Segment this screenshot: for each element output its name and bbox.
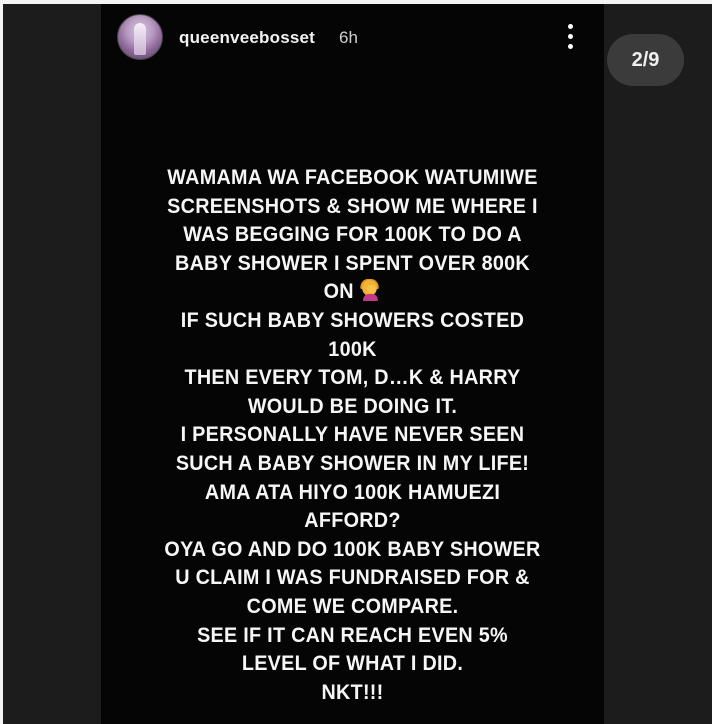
more-dot: [568, 34, 573, 39]
text-line: SCREENSHOTS & SHOW ME WHERE I: [167, 193, 538, 218]
text-line: WAS BEGGING FOR 100K TO DO A: [183, 222, 522, 247]
time-ago: 6h: [339, 28, 358, 47]
more-dot: [568, 44, 573, 49]
story-text: WAMAMA WA FACEBOOK WATUMIWE SCREENSHOTS …: [121, 163, 584, 706]
text-line: COME WE COMPARE.: [246, 593, 459, 618]
text-line: LEVEL OF WHAT I DID.: [241, 651, 464, 676]
text-line: IF SUCH BABY SHOWERS COSTED: [180, 307, 525, 332]
text-line: U CLAIM I WAS FUNDRAISED FOR &: [175, 565, 530, 590]
text-line: WAMAMA WA FACEBOOK WATUMIWE: [167, 165, 538, 189]
text-line: SUCH A BABY SHOWER IN MY LIFE!: [175, 450, 530, 475]
previous-story-area[interactable]: [3, 4, 101, 724]
text-line: OYA GO AND DO 100K BABY SHOWER: [164, 536, 541, 561]
next-story-area[interactable]: [604, 4, 712, 724]
text-line-with-emoji: ON: [121, 277, 584, 306]
text-line: AFFORD?: [304, 508, 401, 533]
text-line: ON: [323, 279, 354, 304]
face-palm-emoji-icon: [359, 279, 381, 302]
text-line: NKT!!!: [321, 679, 384, 704]
story-counter: 2/9: [607, 34, 684, 86]
text-line: I PERSONALLY HAVE NEVER SEEN: [180, 422, 525, 447]
text-line: WOULD BE DOING IT.: [247, 393, 458, 418]
more-vertical-icon[interactable]: [556, 22, 586, 52]
avatar[interactable]: [117, 14, 163, 60]
more-dot: [568, 24, 573, 29]
text-line: AMA ATA HIYO 100K HAMUEZI: [204, 479, 501, 504]
username[interactable]: queenveebosset: [179, 28, 315, 48]
text-line: THEN EVERY TOM, D…K & HARRY: [184, 365, 521, 390]
text-line: 100K: [328, 336, 377, 361]
text-line: SEE IF IT CAN REACH EVEN 5%: [197, 622, 508, 647]
text-line: BABY SHOWER I SPENT OVER 800K: [175, 250, 530, 275]
avatar-figure: [134, 23, 146, 55]
